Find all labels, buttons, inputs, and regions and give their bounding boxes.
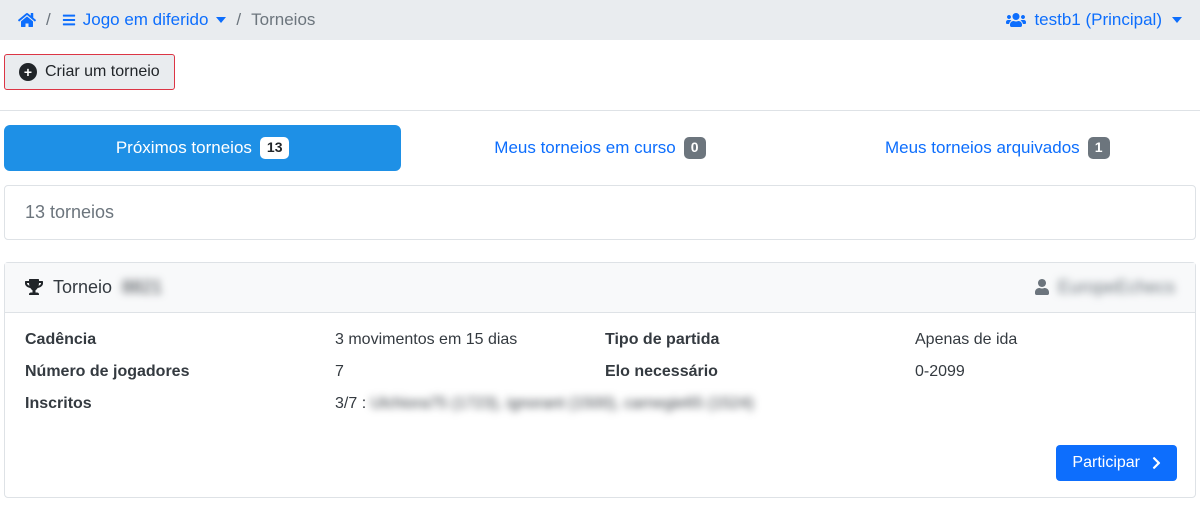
- create-tournament-button[interactable]: + Criar um torneio: [4, 54, 175, 90]
- players-label: Número de jogadores: [25, 363, 335, 381]
- users-icon: [1006, 12, 1026, 28]
- gametype-value: Apenas de ida: [915, 331, 1175, 349]
- user-switcher[interactable]: testb1 (Principal): [1006, 10, 1182, 30]
- home-link[interactable]: [18, 12, 36, 28]
- user-label: testb1 (Principal): [1034, 10, 1162, 30]
- create-tournament-label: Criar um torneio: [45, 63, 160, 81]
- cadence-label: Cadência: [25, 331, 335, 349]
- breadcrumb-separator: /: [236, 10, 241, 30]
- gametype-label: Tipo de partida: [605, 331, 915, 349]
- result-count: 13 torneios: [4, 185, 1196, 240]
- tabs: Próximos torneios 13 Meus torneios em cu…: [0, 111, 1200, 185]
- tab-badge: 0: [684, 137, 706, 159]
- tournament-id: 8821: [122, 277, 162, 298]
- tab-in-progress[interactable]: Meus torneios em curso 0: [401, 125, 798, 171]
- chevron-right-icon: [1152, 456, 1161, 470]
- breadcrumb: / Jogo em diferido / Torneios: [18, 10, 315, 30]
- tournament-card-body: Cadência 3 movimentos em 15 dias Tipo de…: [5, 313, 1195, 423]
- breadcrumb-current: Torneios: [251, 10, 315, 30]
- elo-value: 0-2099: [915, 363, 1175, 381]
- tournament-title: Torneio 8821: [25, 277, 162, 298]
- home-icon: [18, 12, 36, 28]
- breadcrumb-separator: /: [46, 10, 51, 30]
- caret-down-icon: [216, 17, 226, 23]
- enrolled-list: Ulchiora75 (1723), ignorant (1500), carn…: [371, 395, 754, 412]
- menu-icon: [61, 13, 77, 27]
- plus-circle-icon: +: [19, 63, 37, 81]
- elo-label: Elo necessário: [605, 363, 915, 381]
- breadcrumb-dropdown-label: Jogo em diferido: [83, 10, 209, 30]
- user-icon: [1034, 279, 1050, 295]
- tournament-card-footer: Participar: [5, 423, 1195, 497]
- tournament-info: Cadência 3 movimentos em 15 dias Tipo de…: [25, 331, 1175, 381]
- enrolled-row: Inscritos 3/7 : Ulchiora75 (1723), ignor…: [25, 395, 1175, 413]
- tab-upcoming[interactable]: Próximos torneios 13: [4, 125, 401, 171]
- tournament-title-prefix: Torneio: [53, 277, 112, 298]
- tournament-owner: EuropeEchecs: [1034, 277, 1175, 298]
- join-button[interactable]: Participar: [1056, 445, 1177, 481]
- trophy-icon: [25, 278, 43, 296]
- enrolled-prefix: 3/7 :: [335, 395, 371, 412]
- toolbar: + Criar um torneio: [0, 40, 1200, 98]
- tab-badge: 13: [260, 137, 290, 159]
- tab-badge: 1: [1088, 137, 1110, 159]
- game-mode-dropdown[interactable]: Jogo em diferido: [61, 10, 227, 30]
- players-value: 7: [335, 363, 605, 381]
- tab-label: Meus torneios arquivados: [885, 138, 1080, 158]
- breadcrumb-bar: / Jogo em diferido / Torneios testb1 (Pr…: [0, 0, 1200, 40]
- tournament-owner-name: EuropeEchecs: [1058, 277, 1175, 298]
- caret-down-icon: [1172, 17, 1182, 23]
- enrolled-value: 3/7 : Ulchiora75 (1723), ignorant (1500)…: [335, 395, 1175, 413]
- tournament-card-header: Torneio 8821 EuropeEchecs: [5, 263, 1195, 313]
- tab-archived[interactable]: Meus torneios arquivados 1: [799, 125, 1196, 171]
- tab-label: Meus torneios em curso: [494, 138, 675, 158]
- tournament-card: Torneio 8821 EuropeEchecs Cadência 3 mov…: [4, 262, 1196, 498]
- cadence-value: 3 movimentos em 15 dias: [335, 331, 605, 349]
- enrolled-label: Inscritos: [25, 395, 335, 413]
- join-label: Participar: [1072, 454, 1140, 472]
- tab-label: Próximos torneios: [116, 138, 252, 158]
